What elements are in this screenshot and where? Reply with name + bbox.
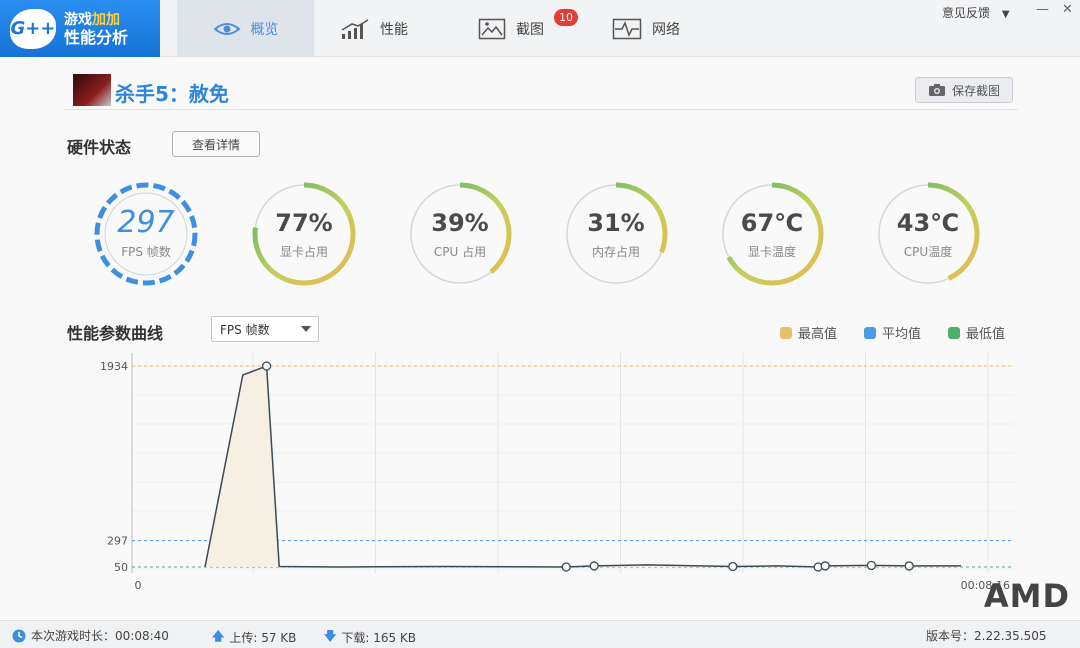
data-point[interactable]	[904, 561, 914, 571]
game-cover-image	[73, 74, 111, 106]
tab-overview[interactable]: 概览	[177, 0, 314, 57]
game-title: 杀手5：赦免	[115, 82, 229, 106]
amd-logo: AMD	[983, 577, 1070, 615]
usage-gauge: 67℃ 显卡温度	[710, 182, 838, 286]
gauge-label: 显卡占用	[279, 245, 328, 259]
legend-avg: 平均值	[864, 323, 921, 342]
status-bar: 本次游戏时长：00:08:40 🡅 上传: 57 KB 🡇 下载: 165 KB…	[0, 620, 1080, 648]
screenshot-count-badge: 10	[554, 9, 578, 26]
download-arrow-icon: 🡇	[324, 629, 337, 643]
gauge-label: CPU 占用	[433, 245, 487, 259]
data-point[interactable]	[866, 560, 877, 571]
gauge-value: 31%	[587, 209, 645, 237]
usage-gauge: 39% CPU 占用	[398, 182, 526, 286]
usage-gauge: 31% 内存占用	[554, 182, 682, 286]
download-stat: 🡇 下载: 165 KB	[324, 627, 416, 648]
picture-icon	[478, 18, 506, 39]
save-screenshot-button[interactable]: 保存截图	[915, 77, 1013, 103]
gauge-label: CPU温度	[903, 245, 953, 259]
x-tick-start: 0	[135, 579, 142, 592]
fps-curve-chart: 1934 297 50 0 00:08:16	[100, 353, 1014, 592]
tab-screenshots[interactable]: 截图	[478, 0, 544, 57]
y-tick-avg: 297	[107, 535, 128, 548]
camera-icon	[928, 84, 945, 96]
gauge-value: 77%	[275, 209, 333, 237]
performance-chart-icon	[341, 18, 369, 39]
close-button[interactable]: ✕	[1062, 2, 1073, 17]
tab-network[interactable]: 网络	[612, 0, 680, 57]
logo-text-game: 游戏	[64, 11, 92, 28]
tab-label: 截图	[516, 21, 544, 38]
eye-icon	[212, 22, 241, 35]
game-header: 杀手5：赦免 保存截图	[64, 70, 1018, 110]
legend-min: 最低值	[948, 323, 1005, 342]
upload-stat: 🡅 上传: 57 KB	[212, 627, 296, 648]
legend-swatch	[864, 326, 876, 339]
top-navigation: G++ 游戏加加 性能分析 概览 性能 截图 10 网络 意见反馈 ▼ — ✕	[0, 0, 1080, 57]
logo-text-plus: 加加	[92, 11, 120, 28]
gauge-label: 内存占用	[591, 245, 640, 259]
gauge-value: 67℃	[740, 209, 804, 237]
feedback-menu[interactable]: 意见反馈 ▼	[942, 4, 1010, 21]
fps-area	[205, 366, 961, 567]
metric-select[interactable]: FPS 帧数	[211, 316, 319, 342]
clock-icon	[12, 629, 26, 642]
gauge-value: 297	[117, 205, 175, 240]
hardware-status-title: 硬件状态	[67, 138, 132, 157]
app-logo: G++ 游戏加加 性能分析	[0, 0, 160, 57]
data-point[interactable]	[561, 562, 571, 572]
tab-label: 网络	[652, 21, 680, 38]
performance-curve-title: 性能参数曲线	[67, 324, 164, 343]
usage-gauge: 43℃ CPU温度	[866, 182, 994, 286]
chevron-down-icon: ▼	[1001, 9, 1010, 20]
data-point[interactable]	[589, 561, 599, 571]
view-details-button[interactable]: 查看详情	[172, 131, 260, 157]
fps-gauge: 297 FPS 帧数	[84, 182, 212, 286]
session-time: 本次游戏时长：00:08:40	[12, 627, 169, 644]
network-pulse-icon	[612, 18, 642, 39]
data-point[interactable]	[820, 561, 830, 571]
y-tick-min: 50	[114, 561, 128, 574]
tab-label: 性能	[380, 21, 408, 38]
usage-gauge: 77% 显卡占用	[242, 182, 370, 286]
gauge-label: FPS 帧数	[121, 245, 171, 259]
gauge-label: 显卡温度	[747, 245, 796, 259]
data-point[interactable]	[261, 361, 272, 371]
tab-performance[interactable]: 性能	[340, 0, 408, 57]
fps-line	[204, 364, 961, 568]
y-tick-max: 1934	[100, 360, 128, 373]
upload-arrow-icon: 🡅	[212, 629, 225, 643]
minimize-button[interactable]: —	[1036, 2, 1049, 17]
gauge-value: 39%	[431, 209, 489, 237]
legend-swatch	[780, 326, 792, 339]
logo-subtitle: 性能分析	[64, 27, 129, 47]
legend-swatch	[948, 326, 960, 339]
tab-label: 概览	[250, 21, 279, 38]
legend-max: 最高值	[780, 323, 837, 342]
version-info: 版本号：2.22.35.505	[926, 629, 1047, 643]
gauge-value: 43℃	[896, 209, 960, 237]
data-point[interactable]	[728, 561, 738, 572]
logo-mark: G++	[10, 8, 56, 49]
chevron-down-icon	[301, 326, 311, 332]
